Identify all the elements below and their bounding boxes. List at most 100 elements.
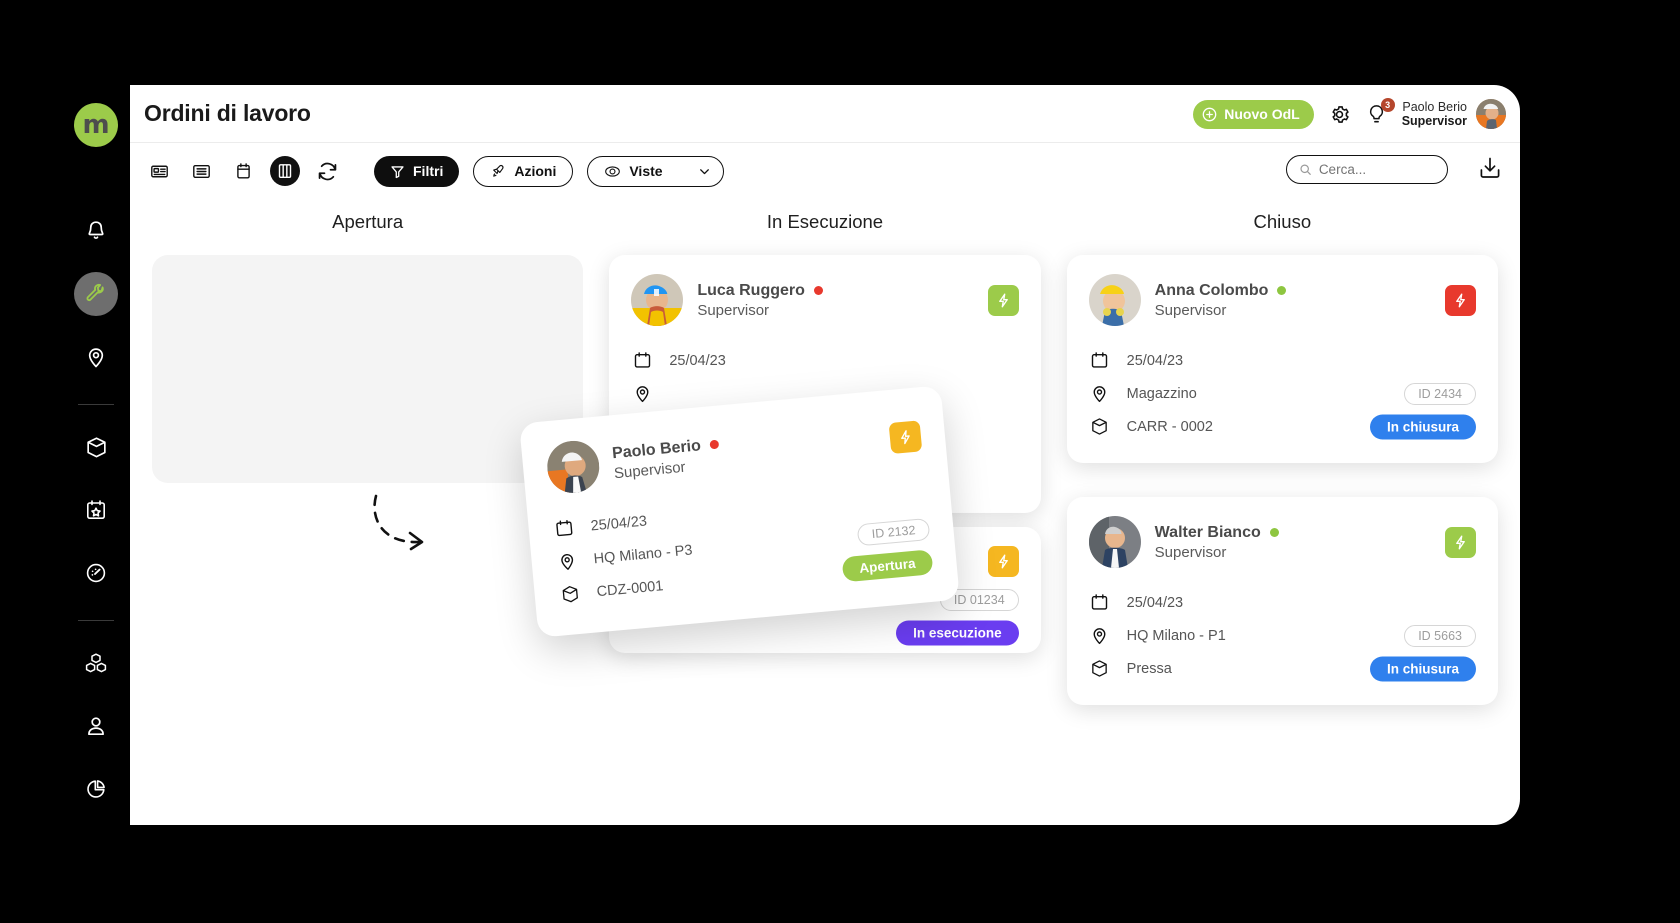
filters-button[interactable]: Filtri <box>374 155 460 187</box>
id-chip: ID 2132 <box>856 517 931 546</box>
kanban-column-apertura: Apertura <box>152 205 584 731</box>
refresh-button[interactable] <box>312 156 342 186</box>
box-icon <box>1089 658 1111 679</box>
toolbar: Filtri Azioni Viste <box>130 143 1520 199</box>
status-badge[interactable]: In chiusura <box>1369 414 1476 439</box>
person-name: Luca Ruggero <box>697 281 805 299</box>
location-pin-icon <box>1089 383 1111 404</box>
sidebar-item-planning[interactable] <box>74 488 118 532</box>
priority-bolt-badge[interactable] <box>1444 284 1476 316</box>
work-order-card[interactable]: Walter Bianco Supervisor 25/04/23 HQ Mil… <box>1066 497 1498 705</box>
plus-circle-icon <box>1202 107 1217 121</box>
card-person: Walter Bianco Supervisor <box>1155 524 1431 561</box>
card-header: Walter Bianco Supervisor <box>1088 516 1476 568</box>
kanban-view-button[interactable] <box>270 156 300 186</box>
card-date: 25/04/23 <box>1126 352 1184 369</box>
drop-placeholder[interactable] <box>152 255 584 483</box>
avatar <box>1088 516 1141 568</box>
avatar[interactable] <box>1476 99 1506 129</box>
sidebar-item-reports[interactable] <box>74 767 118 811</box>
card-date: 25/04/23 <box>589 512 648 535</box>
avatar-image <box>545 438 602 496</box>
avatar <box>631 274 684 326</box>
bolt-icon <box>901 429 910 444</box>
new-work-order-button[interactable]: Nuovo OdL <box>1193 99 1314 129</box>
priority-bolt-badge[interactable] <box>1444 526 1476 558</box>
download-button[interactable] <box>1476 154 1504 187</box>
priority-bolt-badge[interactable] <box>987 284 1019 316</box>
user-name: Paolo Berio <box>1402 99 1467 114</box>
sidebar-item-performance[interactable] <box>74 551 118 595</box>
user-info: Paolo Berio Supervisor <box>1402 100 1467 129</box>
sidebar-item-notifications[interactable] <box>74 209 118 253</box>
sidebar-divider-2 <box>78 620 114 621</box>
status-badge[interactable]: Apertura <box>841 548 934 582</box>
person-role: Supervisor <box>1154 301 1227 319</box>
card-row-date: 25/04/23 <box>1089 344 1476 377</box>
calendar-view-button[interactable] <box>228 156 258 186</box>
sidebar-divider-1 <box>78 404 114 405</box>
bolt-icon <box>998 293 1008 307</box>
card-header: Paolo Berio Supervisor <box>545 409 923 496</box>
card-person: Luca Ruggero Supervisor <box>697 282 973 319</box>
card-asset: Pressa <box>1126 660 1172 677</box>
card-location: Magazzino <box>1126 385 1197 402</box>
card-asset: CARR - 0002 <box>1126 418 1213 435</box>
avatar <box>545 438 602 496</box>
card-asset: CDZ-0001 <box>595 577 665 600</box>
search-box[interactable] <box>1286 155 1448 184</box>
sidebar-item-inventory[interactable] <box>74 641 118 685</box>
priority-bolt-badge[interactable] <box>987 546 1019 577</box>
sidebar-item-users[interactable] <box>74 704 118 748</box>
card-row-asset: Pressa In chiusura <box>1089 652 1476 685</box>
bolt-icon <box>1456 293 1465 307</box>
status-badge[interactable]: In chiusura <box>1369 656 1476 681</box>
actions-button[interactable]: Azioni <box>473 155 574 187</box>
calendar-view-icon <box>236 162 250 178</box>
person-name-row: Walter Bianco <box>1155 524 1431 542</box>
search-input[interactable] <box>1318 162 1435 177</box>
avatar-image <box>1088 274 1141 326</box>
card-person: Anna Colombo Supervisor <box>1155 282 1431 319</box>
tips-badge: 3 <box>1380 97 1395 112</box>
kanban-view-icon <box>278 164 292 179</box>
calendar-icon <box>1089 592 1111 613</box>
drag-arrow <box>373 494 424 551</box>
status-dot <box>709 439 720 450</box>
list-view-button[interactable] <box>186 156 216 186</box>
work-order-card[interactable]: Anna Colombo Supervisor 25/04/23 Magazzi… <box>1066 255 1498 463</box>
sidebar-item-maintenance[interactable] <box>74 272 118 316</box>
header-actions: Nuovo OdL 3 Paolo Berio Supervisor <box>1193 85 1506 143</box>
avatar-image <box>1088 516 1141 568</box>
box-icon <box>1089 416 1111 437</box>
views-label: Viste <box>629 163 663 179</box>
view-switcher <box>144 156 342 186</box>
new-work-order-label: Nuovo OdL <box>1224 106 1300 122</box>
status-badge[interactable]: In esecuzione <box>896 620 1019 645</box>
page-header: Ordini di lavoro Nuovo OdL 3 Paolo Berio… <box>130 85 1520 143</box>
card-rows: 25/04/23 HQ Milano - P3 ID 2132 CDZ-0001… <box>551 479 934 612</box>
location-pin-icon <box>88 348 104 368</box>
app-logo[interactable]: m <box>74 103 118 147</box>
priority-bolt-badge[interactable] <box>888 419 923 454</box>
user-menu[interactable]: Paolo Berio Supervisor <box>1402 99 1506 129</box>
person-role: Supervisor <box>1154 543 1227 561</box>
card-location: HQ Milano - P3 <box>592 541 694 567</box>
views-button[interactable]: Viste <box>587 155 724 187</box>
cubes-icon <box>85 653 107 673</box>
column-title: Apertura <box>332 211 404 232</box>
tips-button[interactable]: 3 <box>1365 97 1395 126</box>
actions-label: Azioni <box>514 163 557 179</box>
sidebar-item-assets[interactable] <box>74 425 118 469</box>
card-header: Luca Ruggero Supervisor <box>631 274 1019 326</box>
bolt-icon <box>1456 535 1465 549</box>
gear-icon <box>1332 105 1349 123</box>
card-view-button[interactable] <box>144 156 174 186</box>
sidebar-item-locations[interactable] <box>74 335 118 379</box>
dragged-work-order-card[interactable]: Paolo Berio Supervisor 25/04/23 HQ Milan… <box>519 385 960 638</box>
location-pin-icon <box>631 383 653 404</box>
settings-button[interactable] <box>1328 103 1351 126</box>
app-root: m Ordini di lavoro Nuovo OdL 3 Paolo Ber… <box>0 0 1680 923</box>
refresh-icon <box>318 162 336 180</box>
avatar <box>1088 274 1141 326</box>
